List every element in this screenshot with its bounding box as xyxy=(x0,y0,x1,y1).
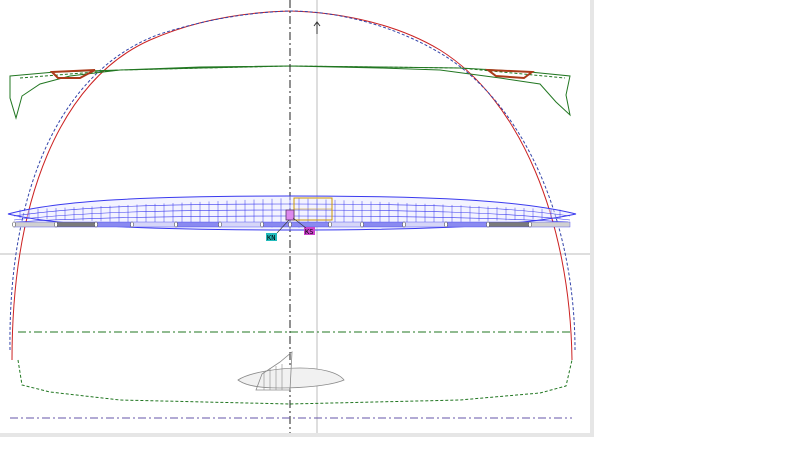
strip-block xyxy=(95,221,133,228)
strip-block xyxy=(445,221,489,228)
blank-panel xyxy=(594,0,800,450)
hull-section-drawing[interactable]: KN KS xyxy=(0,0,590,433)
strip-node xyxy=(402,221,406,228)
outer-arc-blue-dashed xyxy=(9,10,576,351)
kn-tag-label: KN xyxy=(267,234,275,242)
strip-node xyxy=(528,221,532,228)
strip-node xyxy=(174,221,178,228)
up-arrow-icon xyxy=(313,21,321,34)
block-strip xyxy=(12,221,571,228)
ks-tag[interactable]: KS xyxy=(304,227,315,236)
outer-arc-red xyxy=(11,10,573,361)
strip-node xyxy=(94,221,98,228)
strip-block xyxy=(403,221,447,228)
strip-node xyxy=(218,221,222,228)
center-marker-box xyxy=(285,209,295,221)
strip-block xyxy=(175,221,221,228)
strip-node xyxy=(360,221,364,228)
gray-section-sketch xyxy=(237,351,345,391)
strip-block xyxy=(329,221,363,228)
strip-node xyxy=(486,221,490,228)
strip-node xyxy=(260,221,264,228)
strip-node xyxy=(288,221,292,228)
strip-block xyxy=(13,221,57,228)
strip-node xyxy=(328,221,332,228)
strip-block xyxy=(289,221,331,228)
hatch-left xyxy=(49,69,96,79)
horizontal-scrollbar[interactable] xyxy=(0,433,594,437)
strip-block xyxy=(529,221,571,228)
drawing-viewport[interactable]: KN KS xyxy=(0,0,591,434)
strip-node xyxy=(54,221,58,228)
strip-block xyxy=(55,221,97,228)
strip-block xyxy=(219,221,263,228)
strip-block xyxy=(261,221,291,228)
strip-node xyxy=(130,221,134,228)
strip-block xyxy=(487,221,531,228)
kn-tag[interactable]: KN xyxy=(266,233,277,242)
strip-node xyxy=(12,221,16,228)
strip-block xyxy=(361,221,405,228)
strip-block xyxy=(131,221,177,228)
ks-tag-label: KS xyxy=(305,228,313,236)
strip-node xyxy=(444,221,448,228)
